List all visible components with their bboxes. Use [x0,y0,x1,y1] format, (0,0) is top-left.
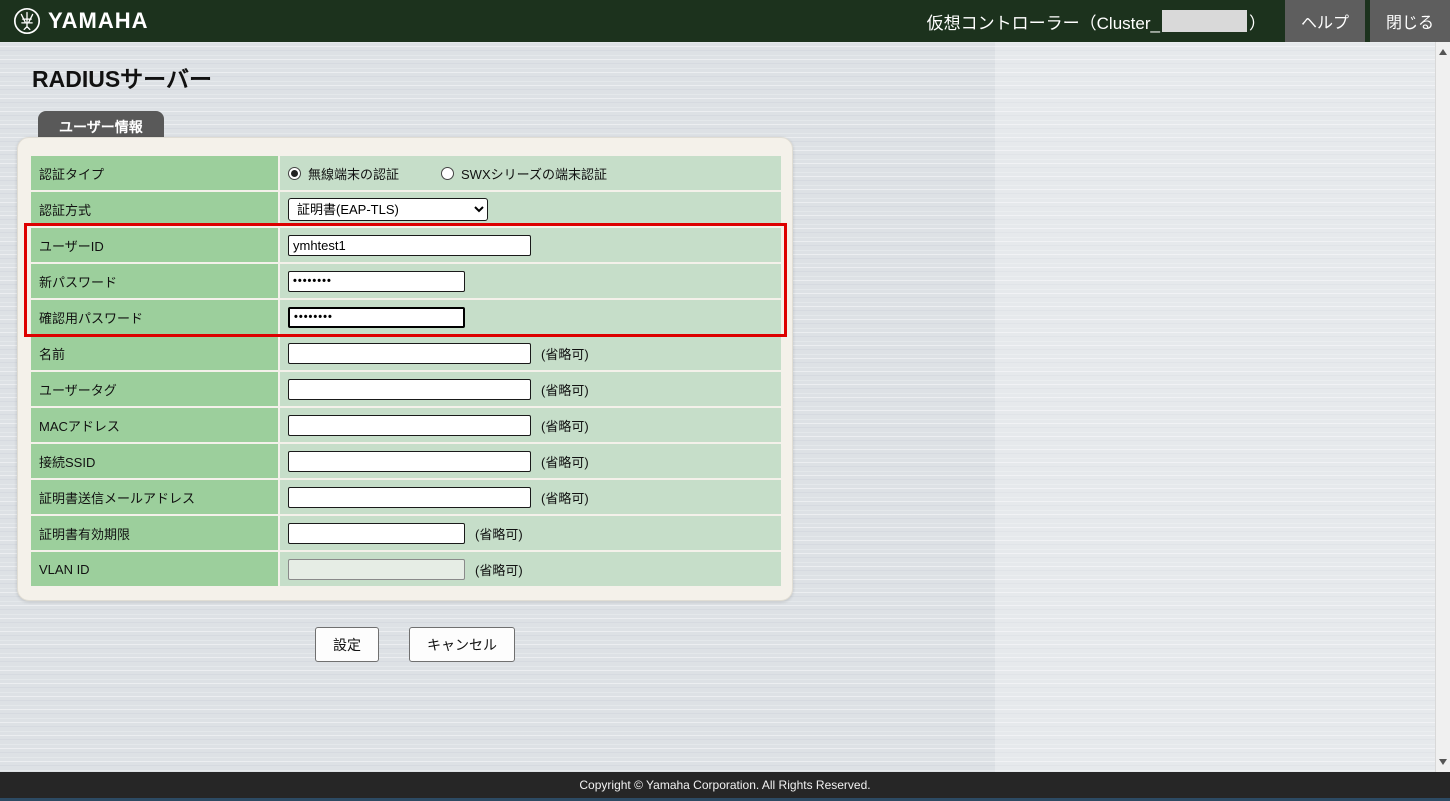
table-row-ssid: 接続SSID (省略可) [31,444,781,478]
optional-note: (省略可) [541,452,589,471]
scroll-down-icon[interactable] [1436,754,1450,770]
vertical-scrollbar[interactable] [1435,42,1450,772]
field-value: (省略可) [280,444,781,478]
optional-note: (省略可) [475,560,523,579]
optional-note: (省略可) [541,380,589,399]
field-label: ユーザータグ [31,372,278,406]
field-label: ユーザーID [31,228,278,262]
field-value: (省略可) [280,480,781,514]
optional-note: (省略可) [541,488,589,507]
copyright-text: Copyright © Yamaha Corporation. All Righ… [579,778,870,792]
table-row-auth-type: 認証タイプ 無線端末の認証 SWXシリーズの端末認証 [31,156,781,190]
radio-wireless-auth[interactable] [288,167,301,180]
radio-label: SWXシリーズの端末認証 [461,164,607,183]
table-row-new-password: 新パスワード [31,264,781,298]
optional-note: (省略可) [475,524,523,543]
header-right: 仮想コントローラー（Cluster_ ） ヘルプ 閉じる [927,0,1450,42]
name-input[interactable] [288,343,531,364]
table-row-mac-address: MACアドレス (省略可) [31,408,781,442]
field-label: 認証タイプ [31,156,278,190]
field-label: VLAN ID [31,552,278,586]
redacted-cluster-name [1162,10,1247,32]
radio-option-swx[interactable]: SWXシリーズの端末認証 [441,164,607,183]
new-password-input[interactable] [288,271,465,292]
field-label: 証明書有効期限 [31,516,278,550]
field-value: (省略可) [280,372,781,406]
brand: YAMAHA [0,6,149,36]
scroll-up-icon[interactable] [1436,44,1450,60]
user-id-input[interactable] [288,235,531,256]
header-bar: YAMAHA 仮想コントローラー（Cluster_ ） ヘルプ 閉じる [0,0,1450,42]
page-title: RADIUSサーバー [32,60,212,94]
form-panel: 認証タイプ 無線端末の認証 SWXシリーズの端末認証 認証方式 [17,137,793,601]
field-label: 証明書送信メールアドレス [31,480,278,514]
auth-method-select[interactable]: 証明書(EAP-TLS) [288,198,488,221]
field-value [280,264,781,298]
field-label: 新パスワード [31,264,278,298]
table-row-user-tag: ユーザータグ (省略可) [31,372,781,406]
table-row-vlan-id: VLAN ID (省略可) [31,552,781,586]
field-label: 認証方式 [31,192,278,226]
field-value: 証明書(EAP-TLS) [280,192,781,226]
table-row-cert-mail: 証明書送信メールアドレス (省略可) [31,480,781,514]
optional-note: (省略可) [541,416,589,435]
controller-title-suffix: ） [1249,9,1266,34]
field-label: 名前 [31,336,278,370]
confirm-password-input[interactable] [288,307,465,328]
field-value: (省略可) [280,336,781,370]
table-row-cert-expiry: 証明書有効期限 (省略可) [31,516,781,550]
table-row-auth-method: 認証方式 証明書(EAP-TLS) [31,192,781,226]
table-row-user-id: ユーザーID [31,228,781,262]
table-row-confirm-password: 確認用パスワード [31,300,781,334]
controller-title: 仮想コントローラー（Cluster_ ） [927,0,1280,42]
field-label: 接続SSID [31,444,278,478]
cert-mail-input[interactable] [288,487,531,508]
brand-name: YAMAHA [48,8,149,34]
radio-option-wireless[interactable]: 無線端末の認証 [288,164,399,183]
field-value [280,228,781,262]
radio-label: 無線端末の認証 [308,164,399,183]
app-window: YAMAHA 仮想コントローラー（Cluster_ ） ヘルプ 閉じる RADI… [0,0,1450,801]
optional-note: (省略可) [541,344,589,363]
field-label: 確認用パスワード [31,300,278,334]
vlan-id-input [288,559,465,580]
ssid-input[interactable] [288,451,531,472]
cert-expiry-input[interactable] [288,523,465,544]
cancel-button[interactable]: キャンセル [409,627,515,662]
table-row-name: 名前 (省略可) [31,336,781,370]
mac-address-input[interactable] [288,415,531,436]
field-value: 無線端末の認証 SWXシリーズの端末認証 [280,156,781,190]
field-label: MACアドレス [31,408,278,442]
form-table: 認証タイプ 無線端末の認証 SWXシリーズの端末認証 認証方式 [31,156,781,586]
field-value: (省略可) [280,408,781,442]
radio-swx-auth[interactable] [441,167,454,180]
action-buttons: 設定 キャンセル [315,627,515,662]
field-value: (省略可) [280,552,781,586]
field-value: (省略可) [280,516,781,550]
field-value [280,300,781,334]
yamaha-logo-icon [12,6,42,36]
footer-bar: Copyright © Yamaha Corporation. All Righ… [0,772,1450,801]
help-button[interactable]: ヘルプ [1285,0,1365,42]
close-button[interactable]: 閉じる [1370,0,1450,42]
submit-button[interactable]: 設定 [315,627,379,662]
controller-title-prefix: 仮想コントローラー（Cluster_ [927,9,1160,34]
main-content: RADIUSサーバー ユーザー情報 認証タイプ 無線端末の認証 SWXシリーズの… [0,42,1450,801]
user-tag-input[interactable] [288,379,531,400]
